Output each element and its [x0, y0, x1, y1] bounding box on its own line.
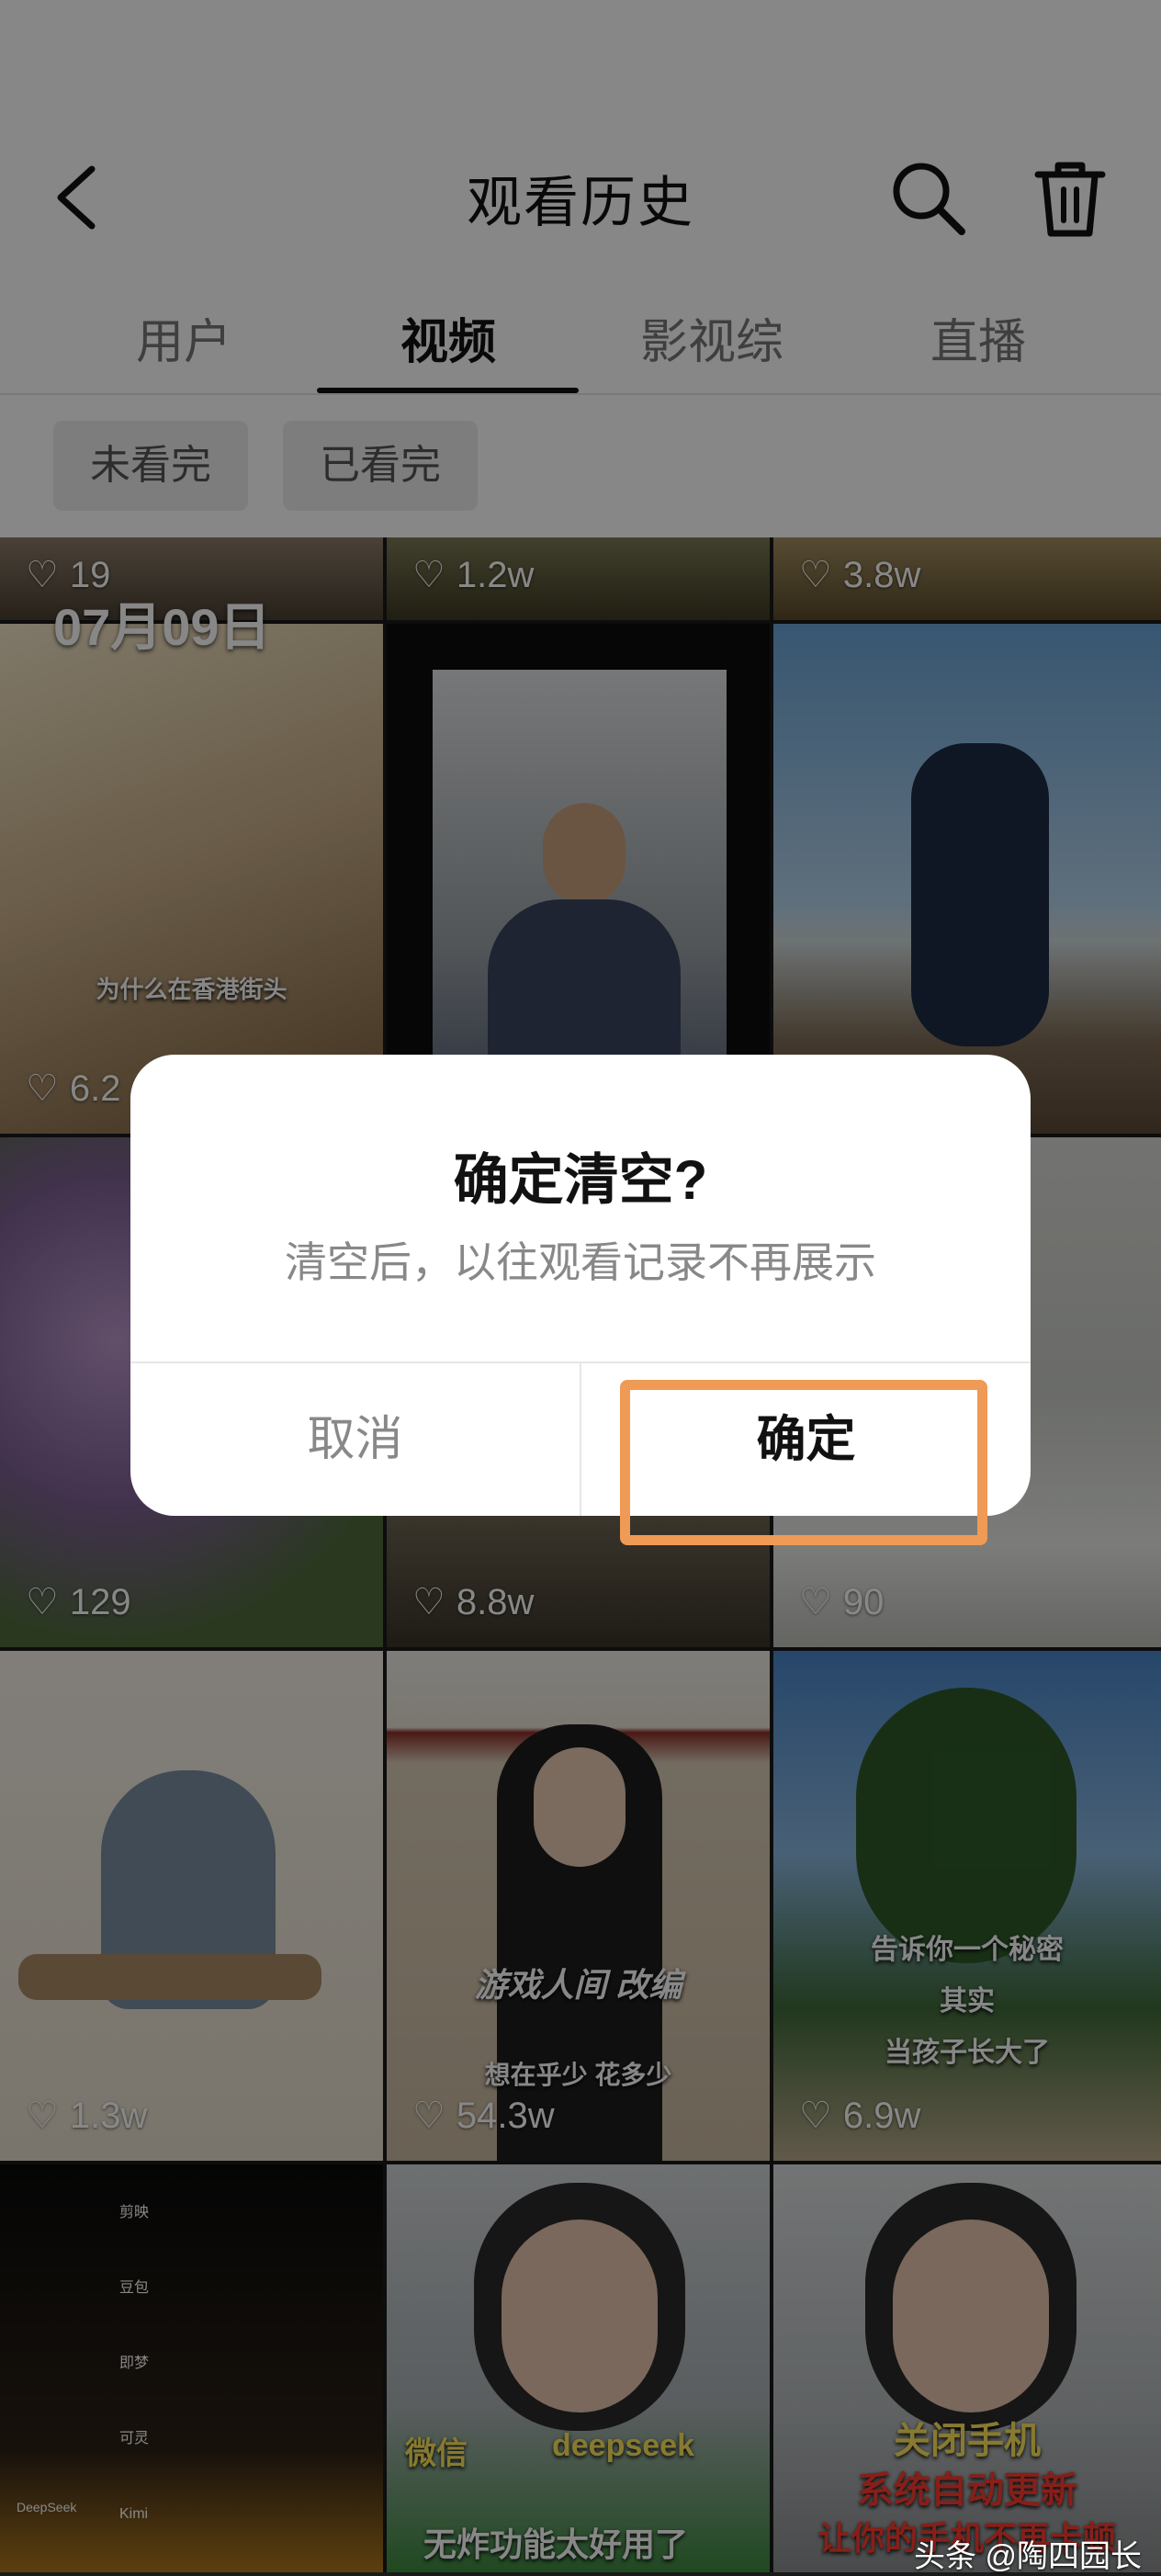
dialog-message: 清空后，以往观看记录不再展示 [285, 1238, 876, 1286]
highlight-annotation [620, 1380, 987, 1545]
watermark: 头条 @陶四园长 [914, 2539, 1142, 2574]
dialog-title: 确定清空? [453, 1149, 708, 1211]
cancel-button[interactable]: 取消 [130, 1363, 580, 1516]
